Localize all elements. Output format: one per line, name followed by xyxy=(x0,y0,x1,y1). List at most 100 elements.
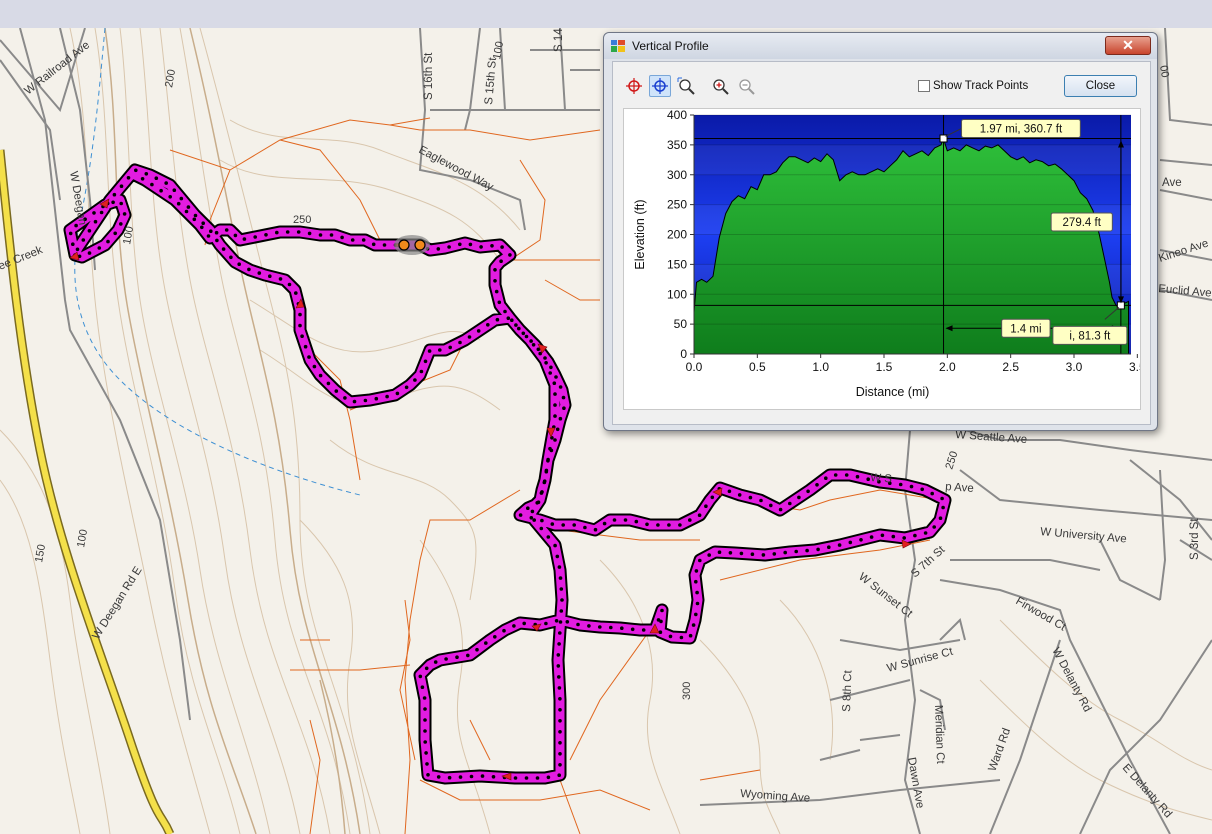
y-tick-label: 350 xyxy=(667,138,687,152)
elevation-chart[interactable]: 0.0 0.5 1.0 1.5 2.0 2.5 3.0 3.5 0 50 100 150 200 250… xyxy=(624,108,1146,409)
track-point xyxy=(206,234,211,238)
elevation-chart-panel[interactable]: 0.0 0.5 1.0 1.5 2.0 2.5 3.0 3.5 0 50 100 150 200 250… xyxy=(623,108,1146,410)
track-point xyxy=(678,523,682,527)
y-tick-label: 300 xyxy=(667,168,687,182)
track-point xyxy=(164,181,168,185)
track-point xyxy=(593,527,598,532)
track-point xyxy=(87,229,92,233)
track-point xyxy=(521,331,526,336)
track-point xyxy=(645,522,649,527)
window-close-button[interactable]: ✕ xyxy=(1105,36,1151,55)
track-point xyxy=(200,225,204,230)
track-point xyxy=(480,774,485,778)
track-point xyxy=(794,549,798,554)
track-point xyxy=(493,279,497,283)
annotation-text: 1.97 mi, 360.7 ft xyxy=(980,123,1063,135)
track-point xyxy=(558,576,563,580)
track-point xyxy=(769,503,773,508)
track-point xyxy=(92,211,96,215)
track-point xyxy=(484,641,488,645)
track-point xyxy=(419,369,424,374)
track-point xyxy=(172,188,177,192)
track-point xyxy=(444,657,448,661)
track-point xyxy=(623,518,628,522)
x-tick-label: 0.5 xyxy=(749,360,766,374)
track-point xyxy=(285,230,290,234)
zoom-area-icon[interactable] xyxy=(675,75,697,97)
track-point xyxy=(433,660,438,664)
track-point xyxy=(558,708,562,712)
track-point xyxy=(75,247,80,252)
track-point xyxy=(554,619,559,623)
x-axis-label: Distance (mi) xyxy=(856,385,930,399)
track-point xyxy=(287,282,292,287)
track-point xyxy=(750,552,755,556)
track-point xyxy=(558,631,562,635)
street-label: Ave xyxy=(1162,177,1182,189)
annotation-text: i, 81.3 ft xyxy=(1069,330,1111,342)
track-point xyxy=(436,247,441,251)
track-point xyxy=(558,763,562,767)
track-point xyxy=(920,487,924,492)
track-point xyxy=(363,398,368,403)
track-point xyxy=(87,251,92,255)
track-point xyxy=(448,345,453,350)
track-point xyxy=(257,271,262,275)
track-point xyxy=(467,335,472,339)
x-tick-label: 2.5 xyxy=(1002,360,1019,374)
track-point xyxy=(221,247,226,251)
crosshair-red-icon[interactable] xyxy=(623,75,645,97)
close-button[interactable]: Close xyxy=(1064,75,1137,97)
track-point xyxy=(816,547,820,552)
y-tick-label: 50 xyxy=(674,317,688,331)
x-axis-ticks: 0.0 0.5 1.0 1.5 2.0 2.5 3.0 3.5 xyxy=(686,353,1146,374)
track-point xyxy=(134,168,138,173)
track-point xyxy=(522,621,526,626)
track-point xyxy=(656,523,660,527)
track-point xyxy=(458,775,463,779)
x-tick-label: 3.0 xyxy=(1066,360,1083,374)
show-track-points-label: Show Track Points xyxy=(933,80,1029,92)
track-point xyxy=(707,553,711,557)
annotation-label: 1.97 mi, 360.7 ft xyxy=(961,118,1081,138)
vertical-profile-window[interactable]: Vertical Profile ✕ Show Track Points Clo… xyxy=(603,32,1158,431)
track-point xyxy=(491,775,496,779)
track-point xyxy=(493,635,497,639)
track-point xyxy=(374,396,379,401)
track-point xyxy=(572,523,576,527)
track-point xyxy=(529,339,533,343)
track-point xyxy=(529,516,534,520)
zoom-in-icon[interactable] xyxy=(709,75,731,97)
track-point xyxy=(805,548,809,553)
track-point xyxy=(634,519,639,524)
zoom-out-icon[interactable] xyxy=(735,75,757,97)
track-point xyxy=(727,489,732,494)
track-point xyxy=(546,457,550,462)
position-marker xyxy=(394,235,430,255)
track-point xyxy=(517,326,521,331)
track-point xyxy=(475,647,479,652)
track-point xyxy=(558,719,562,723)
contour-label: 250 xyxy=(293,214,311,226)
track-point xyxy=(209,229,213,233)
track-point xyxy=(806,489,810,494)
track-point xyxy=(761,553,766,557)
show-track-points-checkbox[interactable]: Show Track Points xyxy=(918,80,1028,92)
track-point xyxy=(559,587,564,591)
track-point xyxy=(93,219,98,224)
track-point xyxy=(698,558,702,563)
street-label: W S xyxy=(870,472,893,486)
checkbox-box[interactable] xyxy=(918,80,930,92)
track-point xyxy=(71,242,75,246)
track-point xyxy=(667,523,671,527)
track-point xyxy=(426,773,430,777)
track-point xyxy=(298,323,302,328)
track-point xyxy=(891,534,896,539)
track-point xyxy=(68,231,73,236)
track-point xyxy=(423,740,428,744)
window-titlebar[interactable]: Vertical Profile ✕ xyxy=(604,33,1157,59)
crosshair-blue-icon[interactable] xyxy=(649,75,671,97)
track-point xyxy=(548,371,552,375)
track-point xyxy=(695,601,700,606)
track-point xyxy=(512,624,516,628)
